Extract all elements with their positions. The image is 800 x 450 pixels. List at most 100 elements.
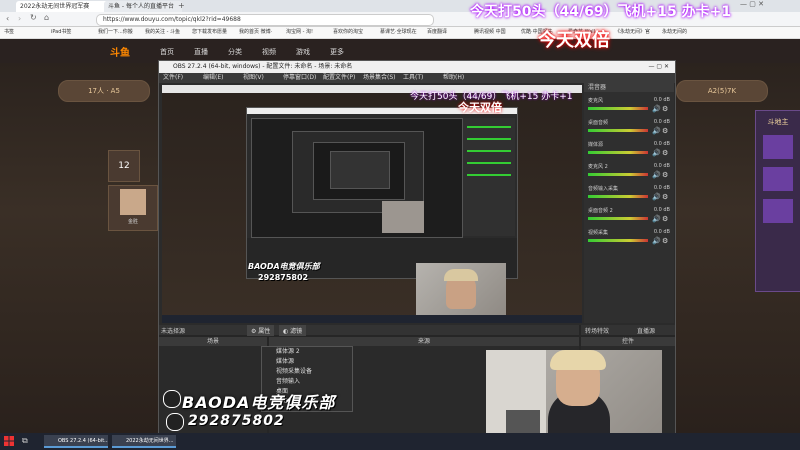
gear-icon[interactable]: ⚙: [662, 193, 668, 201]
bookmark-item[interactable]: 永劫无间的: [662, 28, 687, 37]
tab-2[interactable]: 斗鱼 - 每个人的直播平台: [104, 1, 182, 12]
window-controls[interactable]: — ▢ ✕: [740, 0, 800, 12]
preview-taskbar: [162, 315, 582, 323]
obs-menu-item[interactable]: 工具(T): [403, 74, 423, 82]
filters-button[interactable]: ◐ 滤镜: [279, 325, 307, 336]
promo-image: [763, 199, 793, 223]
volume-meter[interactable]: [588, 195, 648, 198]
tab-active[interactable]: 2022永劫无间世界冠军赛: [16, 1, 108, 12]
home-icon[interactable]: ⌂: [44, 13, 49, 22]
context-menu-item[interactable]: 视频采集设备: [262, 367, 352, 377]
taskbar-browser[interactable]: 2022永劫无间世界...: [112, 435, 176, 448]
site-nav-item[interactable]: 视频: [262, 47, 276, 57]
left-count-card: 12: [108, 150, 140, 182]
site-nav-item[interactable]: 直播: [194, 47, 208, 57]
mixer-channel[interactable]: 媒体源 0.0 dB 🔊 ⚙: [588, 141, 670, 159]
mixer-channel-label: 桌面音频: [588, 120, 609, 126]
sources-header: 来源: [269, 337, 579, 346]
site-nav-item[interactable]: 首页: [160, 47, 174, 57]
mixer-channel[interactable]: 视频采集 0.0 dB 🔊 ⚙: [588, 229, 670, 247]
obs-menu-item[interactable]: 视图(V): [243, 74, 264, 82]
obs-menu-item[interactable]: 帮助(H): [443, 74, 464, 82]
mixer-channel[interactable]: 麦克风 0.0 dB 🔊 ⚙: [588, 97, 670, 115]
volume-meter[interactable]: [588, 217, 648, 220]
speaker-icon[interactable]: 🔊: [652, 215, 661, 223]
obs-mixer: 混音器 麦克风 0.0 dB 🔊 ⚙ 桌面音频 0.0 dB 🔊 ⚙ 媒体源 0.0 dB 🔊 ⚙ 麦克…: [584, 83, 674, 323]
transition-tab[interactable]: 转场特效: [585, 326, 609, 335]
streamer-card-left[interactable]: 金胜: [108, 185, 158, 231]
promo-image: [763, 167, 793, 191]
obs-window-controls[interactable]: — ▢ ✕: [648, 61, 669, 73]
overlay-double-text: 今天双倍: [538, 30, 610, 51]
gear-icon[interactable]: ⚙: [662, 127, 668, 135]
site-nav-item[interactable]: 更多: [330, 47, 344, 57]
right-promo-panel[interactable]: 斗地主: [755, 110, 800, 292]
obs-menu-item[interactable]: 停靠窗口(D): [283, 74, 316, 82]
gear-icon[interactable]: ⚙: [662, 237, 668, 245]
bookmark-item[interactable]: 我们一下...你搬: [98, 28, 133, 37]
nested-obs-window: [246, 107, 518, 279]
properties-button[interactable]: ⚙ 属性: [247, 325, 275, 336]
bookmark-item[interactable]: 书签: [4, 28, 14, 37]
volume-meter[interactable]: [588, 129, 648, 132]
site-nav-item[interactable]: 游戏: [296, 47, 310, 57]
speaker-icon[interactable]: 🔊: [652, 105, 661, 113]
mixer-channel[interactable]: 麦克风 2 0.0 dB 🔊 ⚙: [588, 163, 670, 181]
site-nav-item[interactable]: 分类: [228, 47, 242, 57]
speaker-icon[interactable]: 🔊: [652, 171, 661, 179]
speaker-icon[interactable]: 🔊: [652, 149, 661, 157]
bookmarks-bar: 书签 iPad书签 我们一下...你搬 我的关注 - 斗鱼 您下载发布愿量 我的首页 微博…: [0, 27, 800, 39]
refresh-icon[interactable]: ↻: [30, 13, 37, 22]
bookmark-item[interactable]: 淘宝网 - 淘!: [286, 28, 313, 37]
forward-icon[interactable]: ›: [18, 14, 21, 23]
bookmark-item[interactable]: 我的首页 微博·: [239, 28, 272, 37]
mixer-channel[interactable]: 桌面音频 0.0 dB 🔊 ⚙: [588, 119, 670, 137]
bookmark-item[interactable]: iPad书签: [51, 28, 71, 37]
mixer-channel[interactable]: 桌面音频 2 0.0 dB 🔊 ⚙: [588, 207, 670, 225]
obs-menu-item[interactable]: 编辑(E): [203, 74, 223, 82]
gear-icon[interactable]: ⚙: [662, 215, 668, 223]
mixer-channel-label: 视频采集: [588, 230, 609, 236]
gear-icon[interactable]: ⚙: [662, 105, 668, 113]
windows-start-icon[interactable]: [4, 436, 14, 446]
taskbar-obs[interactable]: OBS 27.2.4 (64-bit...: [44, 435, 108, 448]
controls-tab[interactable]: 直播源: [637, 326, 655, 335]
mixer-channel-label: 音频输入采集: [588, 186, 619, 192]
nested-mixer: [463, 118, 515, 236]
bookmark-item[interactable]: 腾讯视频 中国: [474, 28, 506, 37]
context-menu-item[interactable]: 媒体源: [262, 357, 352, 367]
bookmark-item[interactable]: 《永劫无间》官: [615, 28, 650, 37]
mixer-channel-label: 麦克风: [588, 98, 604, 104]
bookmark-item[interactable]: 您下载发布愿量: [192, 28, 227, 37]
mixer-channel[interactable]: 音频输入采集 0.0 dB 🔊 ⚙: [588, 185, 670, 203]
nested-preview-3: [313, 142, 405, 200]
context-menu-item[interactable]: 媒体源 2: [262, 347, 352, 357]
site-logo[interactable]: 斗鱼: [110, 44, 130, 59]
obs-menu-item[interactable]: 文件(F): [163, 74, 183, 82]
obs-menu-item[interactable]: 场景集合(S): [363, 74, 396, 82]
bookmark-item[interactable]: 慕课艺·全球现在: [380, 28, 417, 37]
speaker-icon[interactable]: 🔊: [652, 193, 661, 201]
mixer-channel-value: 0.0 dB: [653, 141, 670, 147]
volume-meter[interactable]: [588, 173, 648, 176]
bookmark-item[interactable]: 百度翻译: [427, 28, 447, 37]
gear-icon[interactable]: ⚙: [662, 171, 668, 179]
volume-meter[interactable]: [588, 151, 648, 154]
context-menu-item[interactable]: 音频输入: [262, 377, 352, 387]
speaker-icon[interactable]: 🔊: [652, 237, 661, 245]
bookmark-item[interactable]: 喜欢你的淘宝: [333, 28, 363, 37]
speaker-icon[interactable]: 🔊: [652, 127, 661, 135]
new-tab-icon[interactable]: +: [178, 1, 185, 10]
left-badge: 17人 · A5: [58, 80, 150, 102]
volume-meter[interactable]: [588, 239, 648, 242]
obs-preview[interactable]: 今天打50头（44/69）飞机+15 办卡+1 今天双倍 BAODA电竞俱乐部 …: [162, 85, 582, 323]
url-input[interactable]: https://www.douyu.com/topic/qkl2?rid=496…: [96, 14, 434, 26]
obs-menu-item[interactable]: 配置文件(P): [323, 74, 355, 82]
mixer-header: 混音器: [584, 83, 674, 92]
filters-label: 滤镜: [290, 328, 303, 335]
gear-icon[interactable]: ⚙: [662, 149, 668, 157]
task-view-icon[interactable]: ⧉: [22, 436, 28, 446]
volume-meter[interactable]: [588, 107, 648, 110]
bookmark-item[interactable]: 我的关注 - 斗鱼: [145, 28, 180, 37]
back-icon[interactable]: ‹: [6, 14, 9, 23]
